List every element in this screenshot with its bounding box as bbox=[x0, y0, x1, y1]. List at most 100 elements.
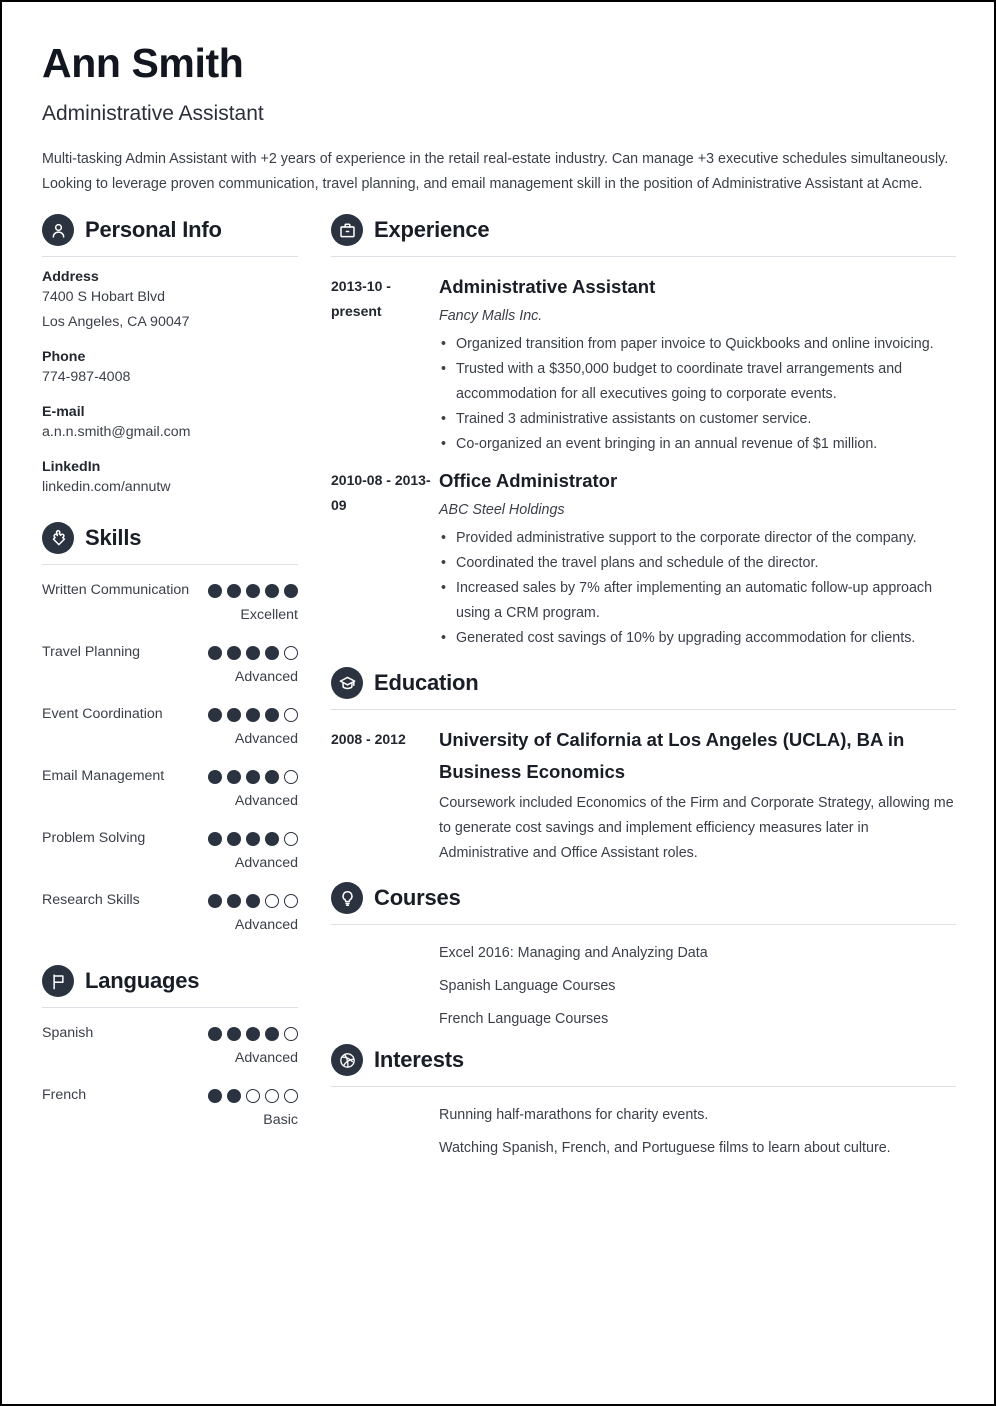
puzzle-icon bbox=[42, 522, 74, 555]
entry-subtitle: Fancy Malls Inc. bbox=[439, 308, 543, 325]
rating-dot-filled bbox=[246, 584, 260, 599]
rating-dots bbox=[208, 578, 298, 599]
field-value-address-line1: 7400 S Hobart Blvd bbox=[42, 289, 166, 306]
rating-dot-filled bbox=[227, 646, 241, 661]
list-item-text: Running half-marathons for charity event… bbox=[439, 1107, 709, 1124]
section-header: Education bbox=[331, 667, 956, 700]
rating-dots bbox=[208, 1083, 298, 1104]
entry-date: 2008 - 2012 bbox=[331, 731, 406, 748]
rating-dots bbox=[208, 702, 298, 723]
rating-level: Advanced bbox=[234, 669, 298, 686]
rating-dot-filled bbox=[208, 894, 222, 909]
graduation-cap-icon bbox=[331, 667, 363, 700]
person-icon bbox=[42, 214, 74, 247]
entry-title: University of California at Los Angeles … bbox=[439, 729, 905, 783]
rating-row: Written Communication Excellent bbox=[42, 578, 298, 627]
briefcase-icon bbox=[331, 214, 363, 247]
rating-level: Excellent bbox=[240, 607, 298, 624]
list-gutter bbox=[331, 1003, 439, 1036]
rating-dots bbox=[208, 1021, 298, 1042]
entry-bullets: Provided administrative support to the c… bbox=[439, 526, 956, 651]
entry-title: Administrative Assistant bbox=[439, 276, 656, 298]
resume-page: Ann Smith Administrative Assistant Multi… bbox=[0, 0, 996, 1406]
rating-dot-empty bbox=[284, 832, 298, 847]
field-label-phone: Phone bbox=[42, 349, 86, 366]
interests-list: Running half-marathons for charity event… bbox=[331, 1087, 956, 1165]
field-value-phone[interactable]: 774-987-4008 bbox=[42, 365, 298, 390]
entry-description: Coursework included Economics of the Fir… bbox=[439, 795, 954, 862]
field-label-linkedin: LinkedIn bbox=[42, 459, 101, 476]
section-title: Experience bbox=[374, 217, 490, 243]
section-title: Interests bbox=[374, 1047, 464, 1073]
rating-dot-filled bbox=[208, 1027, 222, 1042]
rating-dot-empty bbox=[246, 1089, 260, 1104]
list-item-text: Excel 2016: Managing and Analyzing Data bbox=[439, 945, 708, 962]
list-gutter bbox=[331, 1132, 439, 1165]
rating-label: Travel Planning bbox=[42, 644, 141, 661]
list-item: Watching Spanish, French, and Portuguese… bbox=[331, 1132, 956, 1165]
rating-level: Advanced bbox=[234, 731, 298, 748]
rating-dot-filled bbox=[265, 646, 279, 661]
section-languages: Languages Spanish Advanced French Basic bbox=[42, 965, 298, 1132]
entry: 2013-10 - present Administrative Assistan… bbox=[331, 271, 956, 457]
resume-body: Personal Info Address 7400 S Hobart Blvd… bbox=[42, 214, 956, 1165]
rating-dot-filled bbox=[208, 832, 222, 847]
entry-bullet: Co-organized an event bringing in an ann… bbox=[439, 432, 956, 457]
section-title: Personal Info bbox=[85, 217, 222, 243]
list-gutter bbox=[331, 1099, 439, 1132]
field-label-address: Address bbox=[42, 269, 99, 286]
rating-label: Spanish bbox=[42, 1025, 94, 1042]
rating-dot-filled bbox=[227, 832, 241, 847]
entry-bullet: Organized transition from paper invoice … bbox=[439, 332, 956, 357]
entry-date: 2013-10 - present bbox=[331, 278, 391, 320]
list-item: Running half-marathons for charity event… bbox=[331, 1099, 956, 1132]
rating-row: Spanish Advanced bbox=[42, 1021, 298, 1070]
list-item: Spanish Language Courses bbox=[331, 970, 956, 1003]
skills-list: Written Communication Excellent Travel Pla… bbox=[42, 565, 298, 937]
entry-subtitle: ABC Steel Holdings bbox=[439, 502, 565, 519]
rating-dot-empty bbox=[284, 1027, 298, 1042]
rating-level: Advanced bbox=[234, 1050, 298, 1067]
languages-list: Spanish Advanced French Basic bbox=[42, 1008, 298, 1132]
rating-level: Advanced bbox=[234, 917, 298, 934]
job-title: Administrative Assistant bbox=[42, 102, 264, 126]
rating-dot-empty bbox=[284, 894, 298, 909]
rating-label: Written Communication bbox=[42, 582, 190, 599]
entry-bullets: Organized transition from paper invoice … bbox=[439, 332, 956, 457]
rating-level: Basic bbox=[263, 1112, 298, 1129]
section-title: Skills bbox=[85, 525, 142, 551]
experience-entries: 2013-10 - present Administrative Assistan… bbox=[331, 257, 956, 651]
rating-dot-filled bbox=[246, 1027, 260, 1042]
flag-icon bbox=[42, 965, 74, 998]
rating-dot-filled bbox=[208, 770, 222, 785]
entry-bullet: Increased sales by 7% after implementing… bbox=[439, 576, 956, 626]
entry: 2010-08 - 2013-09 Office Administrator ABC… bbox=[331, 465, 956, 651]
entry-bullet: Trained 3 administrative assistants on c… bbox=[439, 407, 956, 432]
list-gutter bbox=[331, 970, 439, 1003]
list-item-text: French Language Courses bbox=[439, 1011, 609, 1028]
rating-dot-filled bbox=[227, 708, 241, 723]
rating-dot-filled bbox=[246, 646, 260, 661]
rating-dot-filled bbox=[265, 770, 279, 785]
rating-dot-filled bbox=[227, 770, 241, 785]
field-value-linkedin[interactable]: linkedin.com/annutw bbox=[42, 475, 298, 500]
rating-level: Advanced bbox=[234, 855, 298, 872]
field-label-email: E-mail bbox=[42, 404, 85, 421]
courses-list: Excel 2016: Managing and Analyzing Data S… bbox=[331, 925, 956, 1036]
entry-bullet: Generated cost savings of 10% by upgradi… bbox=[439, 626, 956, 651]
field-value-address-line2: Los Angeles, CA 90047 bbox=[42, 314, 190, 331]
rating-dots bbox=[208, 826, 298, 847]
entry-title: Office Administrator bbox=[439, 470, 618, 492]
section-experience: Experience 2013-10 - present Administrati… bbox=[331, 214, 956, 651]
rating-dot-filled bbox=[208, 646, 222, 661]
rating-row: Travel Planning Advanced bbox=[42, 640, 298, 689]
section-header: Skills bbox=[42, 522, 298, 555]
rating-dot-filled bbox=[284, 584, 298, 599]
ball-icon bbox=[331, 1044, 363, 1077]
section-header: Personal Info bbox=[42, 214, 298, 247]
rating-dot-filled bbox=[265, 584, 279, 599]
field-value-email[interactable]: a.n.n.smith@gmail.com bbox=[42, 420, 298, 445]
rating-row: French Basic bbox=[42, 1083, 298, 1132]
rating-dot-empty bbox=[284, 646, 298, 661]
rating-dot-empty bbox=[284, 1089, 298, 1104]
